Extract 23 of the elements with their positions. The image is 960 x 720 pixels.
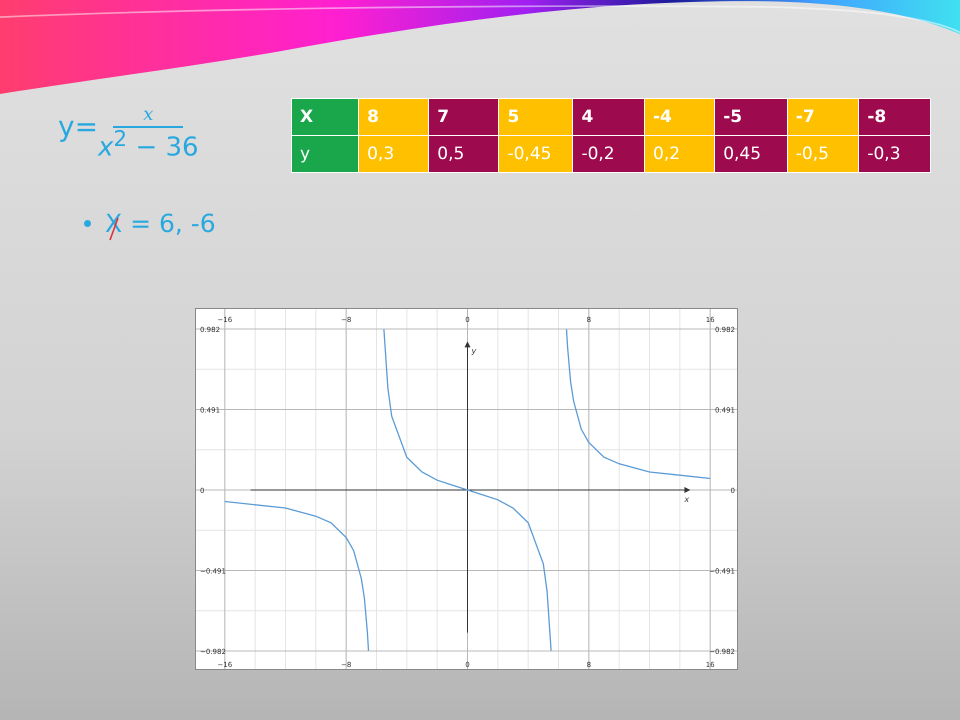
axis-label: y: [472, 346, 476, 356]
table-cell: 4: [572, 98, 644, 136]
table-cell: -7: [787, 98, 859, 136]
axis-label: x: [684, 495, 690, 504]
table-cell: 0,5: [428, 136, 499, 172]
table-cell: 0,3: [358, 136, 429, 172]
table-cell: 8: [358, 98, 429, 136]
table-cell: 0,45: [714, 136, 788, 172]
table-cell: 7: [428, 98, 499, 136]
fraction: x x$^{2}$ − 36: [98, 104, 199, 162]
table-cell: 0,2: [644, 136, 715, 172]
table-cell: -0,2: [572, 136, 644, 172]
table-cell: y: [292, 136, 359, 172]
table-cell: 5: [498, 98, 573, 136]
formula-text: y=: [58, 110, 98, 143]
bullet-icon: [84, 220, 91, 227]
table-cell: -0,5: [787, 136, 859, 172]
table-cell: -8: [858, 98, 930, 136]
table-cell: X: [292, 98, 359, 136]
table-cell: -0,45: [498, 136, 573, 172]
table-cell: -5: [714, 98, 788, 136]
table-cell: -4: [644, 98, 715, 136]
table-cell: -0,3: [858, 136, 930, 172]
